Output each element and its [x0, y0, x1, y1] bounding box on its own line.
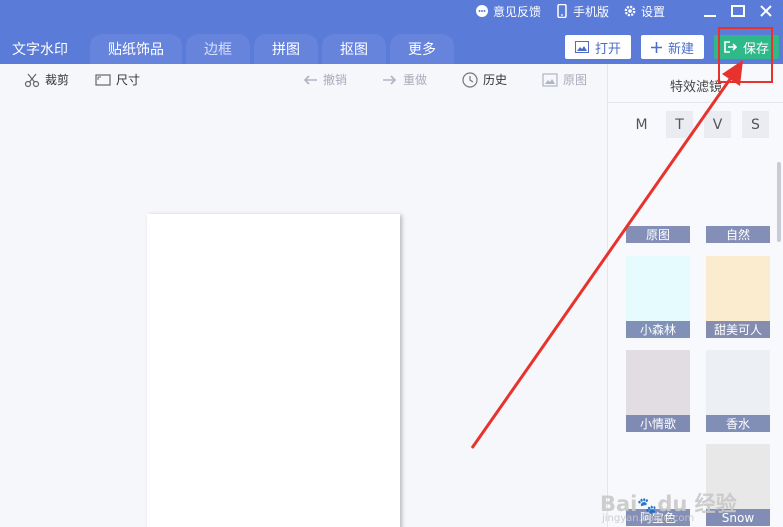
history-label: 历史	[483, 73, 508, 87]
category-v[interactable]: V	[704, 111, 731, 138]
tab-more[interactable]: 更多	[390, 34, 454, 64]
new-button[interactable]: 新建	[640, 35, 704, 59]
filter-perfume[interactable]: 香水	[706, 350, 770, 432]
arrow-right-icon	[383, 74, 397, 85]
tab-label: 更多	[408, 42, 436, 58]
window-controls	[699, 0, 777, 22]
settings-label: 设置	[640, 4, 665, 19]
feedback-label: 意见反馈	[492, 4, 541, 19]
filter-label: 阿宝色	[626, 509, 690, 526]
export-icon	[724, 41, 737, 53]
original-tool[interactable]: 原图	[542, 71, 587, 88]
edit-toolbar: 裁剪 尺寸 撤销 重做 历史 原图	[0, 64, 607, 94]
mobile-label: 手机版	[572, 4, 609, 19]
filter-categories: M T V S	[628, 111, 769, 138]
redo-label: 重做	[403, 73, 428, 87]
chat-icon	[475, 4, 489, 18]
file-actions: 打开 新建 保存	[564, 35, 779, 59]
filter-snow[interactable]: Snow	[706, 444, 770, 526]
top-links: 意见反馈 手机版 设置	[475, 2, 665, 20]
tab-bar: 文字水印 贴纸饰品 边框 拼图 抠图 更多	[0, 34, 454, 64]
tab-label: 拼图	[272, 42, 300, 58]
arrow-left-icon	[303, 74, 317, 85]
minimize-button[interactable]	[699, 0, 721, 22]
filter-abao[interactable]: 阿宝色	[626, 444, 690, 526]
scissors-icon	[24, 73, 40, 87]
plus-icon	[650, 41, 662, 53]
save-button[interactable]: 保存	[713, 35, 779, 59]
filter-panel: 特效滤镜 M T V S 原图 自然 小森林 甜美可人 小情歌 香水 阿宝色 S…	[607, 64, 783, 527]
filter-label: 自然	[706, 226, 770, 243]
category-s[interactable]: S	[742, 111, 769, 138]
filter-natural[interactable]: 自然	[706, 171, 770, 243]
resize-icon	[95, 73, 111, 86]
panel-title: 特效滤镜	[669, 80, 722, 95]
category-t[interactable]: T	[666, 111, 693, 138]
canvas-page[interactable]	[147, 214, 400, 527]
filter-label: 小森林	[626, 321, 690, 338]
close-icon	[760, 5, 772, 17]
maximize-icon	[731, 5, 745, 17]
canvas-area	[0, 94, 607, 527]
filter-label: Snow	[706, 509, 770, 526]
clock-icon	[462, 71, 478, 88]
tab-label: 边框	[204, 42, 232, 58]
divider	[608, 102, 783, 103]
picture-icon	[542, 72, 558, 87]
title-bar: 意见反馈 手机版 设置 文字水印 贴纸饰品 边框 拼图 抠图 更多 打开 新建 …	[0, 0, 783, 64]
open-button[interactable]: 打开	[564, 35, 631, 59]
close-button[interactable]	[755, 0, 777, 22]
category-m[interactable]: M	[628, 111, 655, 138]
redo-tool[interactable]: 重做	[382, 71, 427, 88]
filter-label: 香水	[706, 415, 770, 432]
maximize-button[interactable]	[727, 0, 749, 22]
history-tool[interactable]: 历史	[462, 71, 507, 88]
tab-label: 抠图	[340, 42, 368, 58]
filter-sweet[interactable]: 甜美可人	[706, 256, 770, 338]
size-label: 尺寸	[116, 73, 141, 87]
undo-label: 撤销	[323, 73, 348, 87]
image-icon	[574, 41, 589, 53]
gear-icon	[623, 4, 637, 18]
filter-label: 原图	[626, 226, 690, 243]
crop-label: 裁剪	[45, 73, 70, 87]
phone-icon	[555, 4, 569, 18]
tab-label: 贴纸饰品	[108, 42, 164, 58]
tab-text-watermark[interactable]: 文字水印	[0, 34, 86, 64]
tab-label: 文字水印	[12, 42, 68, 58]
tab-cutout[interactable]: 抠图	[322, 34, 386, 64]
filter-label: 小情歌	[626, 415, 690, 432]
undo-tool[interactable]: 撤销	[302, 71, 347, 88]
new-label: 新建	[667, 41, 694, 57]
save-label: 保存	[742, 41, 769, 57]
settings-link[interactable]: 设置	[623, 3, 665, 20]
filter-forest[interactable]: 小森林	[626, 256, 690, 338]
tab-stickers[interactable]: 贴纸饰品	[90, 34, 182, 64]
filter-label: 甜美可人	[706, 321, 770, 338]
tab-border[interactable]: 边框	[186, 34, 250, 64]
mobile-link[interactable]: 手机版	[555, 3, 609, 20]
filter-love-song[interactable]: 小情歌	[626, 350, 690, 432]
minimize-icon	[704, 15, 716, 17]
panel-scrollbar[interactable]	[777, 162, 781, 242]
feedback-link[interactable]: 意见反馈	[475, 3, 541, 20]
crop-tool[interactable]: 裁剪	[24, 71, 69, 88]
original-label: 原图	[563, 73, 588, 87]
tab-collage[interactable]: 拼图	[254, 34, 318, 64]
filter-original[interactable]: 原图	[626, 171, 690, 243]
size-tool[interactable]: 尺寸	[95, 71, 140, 88]
open-label: 打开	[594, 41, 621, 57]
